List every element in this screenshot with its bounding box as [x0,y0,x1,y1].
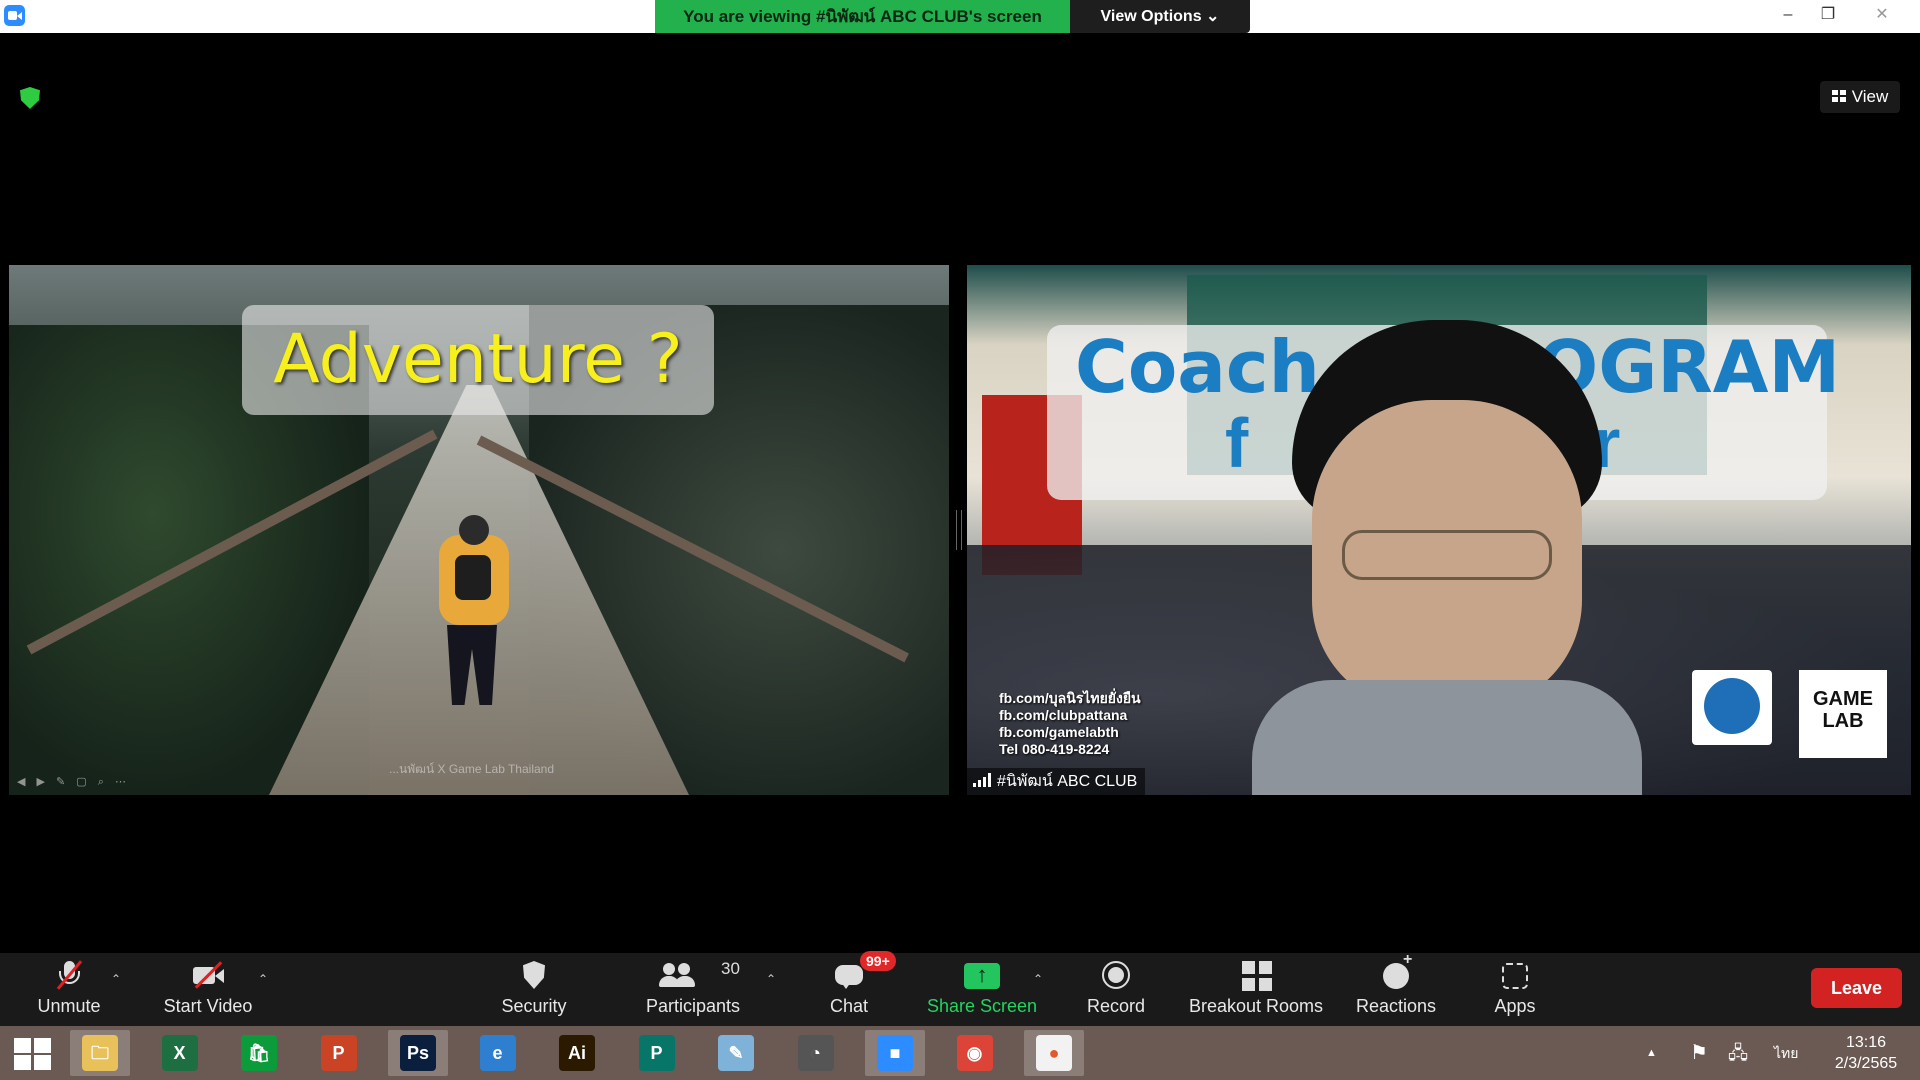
taskbar-store[interactable]: 🛍 [229,1030,289,1076]
participant-name-tag: #นิพัฒน์ ABC CLUB [967,768,1146,795]
contact-line: Tel 080-419-8224 [999,741,1110,757]
video-options-caret[interactable]: ⌃ [253,971,273,987]
audio-options-caret[interactable]: ⌃ [106,971,126,987]
participants-icon [659,959,695,991]
slide-title: Adventure ? [273,320,683,399]
signal-strength-icon [973,773,991,787]
shared-screen: Adventure ? ...นพัฒน์ X Game Lab Thailan… [9,265,949,795]
share-screen-icon [964,962,1000,989]
language-indicator[interactable]: ไทย [1774,1026,1798,1080]
slide-title-box: Adventure ? [242,305,714,415]
slide-credit: ...นพัฒน์ X Game Lab Thailand [389,762,555,776]
view-label: View [1851,87,1889,106]
excel-icon: X [161,1035,198,1071]
store-icon: 🛍 [241,1035,277,1071]
participants-button[interactable]: 30 Participants [638,953,748,1026]
taskbar-internet-explorer[interactable]: e [468,1030,528,1076]
clock-time: 13:16 [1845,1034,1887,1051]
encryption-shield-icon[interactable] [20,87,40,109]
chat-unread-badge: 99+ [860,951,896,971]
powerpoint-icon: P [320,1035,357,1071]
shield-icon [523,961,545,989]
record-icon [1102,961,1130,989]
video-off-icon [191,959,225,991]
publisher-icon: P [638,1035,675,1071]
participants-count: 30 [721,959,740,978]
windows-taskbar: 🗀 X 🛍 P Ps e Ai P ✎ ◔ ■ ◉ ● ▲ ⚑ 🖧 ไทย 13:16 2/3/2565 [0,1026,1920,1080]
meeting-toolbar: Unmute ⌃ Start Video ⌃ Security 30 Parti… [0,951,1920,1026]
taskbar-photoshop[interactable]: Ps [388,1030,448,1076]
share-screen-button[interactable]: Share Screen [920,953,1044,1026]
restore-button[interactable]: ❐ [1806,0,1850,33]
leave-button[interactable]: Leave [1811,968,1902,1008]
clock[interactable]: 13:16 2/3/2565 [1826,1032,1906,1074]
network-icon[interactable]: 🖧 [1728,1026,1748,1080]
reactions-icon [1383,951,1412,989]
view-options-button[interactable]: View Options ⌄ [1070,0,1250,33]
participant-name: #นิพัฒน์ ABC CLUB [997,773,1138,790]
participant-video[interactable]: Coach OGRAM f rer fb.com/บุลนิรไทยยั่งยื… [967,265,1911,795]
share-options-caret[interactable]: ⌃ [1028,971,1048,987]
taskbar-publisher[interactable]: P [627,1030,687,1076]
notepad-icon: ✎ [718,1035,754,1071]
close-button[interactable]: ✕ [1860,0,1904,33]
breakout-rooms-icon [1242,961,1272,991]
action-center-flag-icon[interactable]: ⚑ [1690,1026,1708,1080]
minimize-button[interactable]: – [1766,0,1810,33]
contact-line: fb.com/บุลนิรไทยยั่งยืน [999,690,1141,706]
start-video-button[interactable]: Start Video [150,953,266,1026]
participants-caret[interactable]: ⌃ [761,971,781,987]
taskbar-powerpoint[interactable]: P [309,1030,369,1076]
view-options-label: View Options [1100,8,1202,25]
grid-icon [1831,90,1846,102]
chevron-down-icon: ⌄ [1206,8,1220,25]
internet-explorer-icon: e [479,1035,516,1071]
record-button[interactable]: Record [1078,953,1154,1026]
zoom-icon: ■ [877,1035,913,1071]
tray-overflow-icon[interactable]: ▲ [1646,1026,1657,1080]
clock-date: 2/3/2565 [1834,1055,1898,1072]
taskbar-illustrator[interactable]: Ai [547,1030,607,1076]
contact-info: fb.com/บุลนิรไทยยั่งยืน fb.com/clubpatta… [999,690,1141,758]
club-logo [1692,670,1772,745]
taskbar-excel[interactable]: X [150,1030,210,1076]
taskbar-file-explorer[interactable]: 🗀 [70,1030,130,1076]
view-button[interactable]: View [1820,81,1900,113]
apps-icon [1502,963,1528,989]
participant-person [1252,320,1642,795]
chat-button[interactable]: 99+ Chat [812,951,896,1026]
slide-tools[interactable]: ◀ ▶ ✎ ▢ ⌕ ⋯ [17,775,130,789]
illustrator-icon: Ai [559,1035,595,1071]
taskbar-zoom[interactable]: ■ [865,1030,925,1076]
background-text-f: f [1225,404,1249,482]
breakout-rooms-button[interactable]: Breakout Rooms [1184,953,1328,1026]
photoscape-icon: ◔ [797,1035,834,1071]
file-explorer-icon: 🗀 [82,1035,118,1071]
reactions-button[interactable]: Reactions [1350,951,1442,1026]
windows-start-button[interactable] [14,1038,52,1070]
viewing-banner: You are viewing #นิพัฒน์ ABC CLUB's scre… [655,0,1070,33]
title-bar: You are viewing #นิพัฒน์ ABC CLUB's scre… [0,0,1920,33]
apps-button[interactable]: Apps [1480,953,1550,1026]
photoshop-icon: Ps [400,1035,436,1071]
taskbar-paint[interactable]: ● [1024,1030,1084,1076]
paint-icon: ● [1036,1035,1072,1071]
contact-line: fb.com/clubpattana [999,707,1128,723]
contact-line: fb.com/gamelabth [999,724,1119,740]
microphone-muted-icon [52,959,86,991]
taskbar-notepad[interactable]: ✎ [706,1030,766,1076]
security-button[interactable]: Security [490,953,578,1026]
zoom-logo-icon [4,5,25,26]
panel-splitter[interactable] [956,510,962,550]
taskbar-chrome[interactable]: ◉ [945,1030,1005,1076]
chrome-icon: ◉ [956,1035,993,1071]
game-lab-logo: GAME LAB [1799,670,1887,758]
unmute-button[interactable]: Unmute [24,953,114,1026]
taskbar-photoscape[interactable]: ◔ [786,1030,846,1076]
hiker [429,515,519,715]
